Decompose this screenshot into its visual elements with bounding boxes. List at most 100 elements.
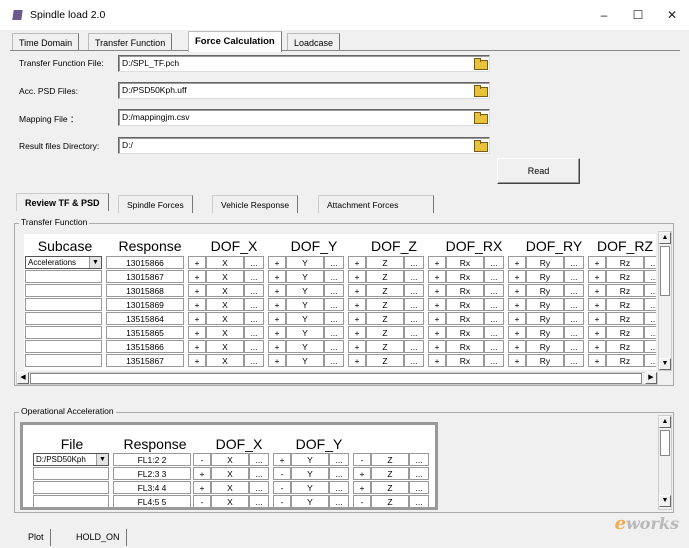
mapping-file-input[interactable]: D:/mappingjm.csv [118, 109, 490, 126]
dof-sign-button[interactable]: + [193, 481, 211, 494]
dof-browse-button[interactable]: ... [404, 312, 424, 325]
tab-hold-on[interactable]: HOLD_ON [70, 529, 127, 546]
dof-browse-button[interactable]: ... [244, 284, 264, 297]
dof-sign-button[interactable]: + [428, 312, 446, 325]
subcase-cell[interactable] [25, 340, 102, 353]
dof-browse-button[interactable]: ... [484, 312, 504, 325]
subcase-cell[interactable] [25, 298, 102, 311]
dof-sign-button[interactable]: + [508, 326, 526, 339]
dof-browse-button[interactable]: ... [564, 256, 584, 269]
dof-sign-button[interactable]: + [348, 340, 366, 353]
file-select[interactable]: D:/PSD50Kph ▼ [33, 453, 109, 466]
oa-vertical-scroll-thumb[interactable] [660, 430, 670, 456]
dof-browse-button[interactable]: ... [404, 270, 424, 283]
dof-sign-button[interactable]: + [588, 354, 606, 367]
dof-sign-button[interactable]: + [588, 256, 606, 269]
dof-sign-button[interactable]: + [348, 354, 366, 367]
dof-browse-button[interactable]: ... [644, 312, 656, 325]
dof-sign-button[interactable]: + [268, 270, 286, 283]
dof-browse-button[interactable]: ... [249, 481, 269, 494]
dof-sign-button[interactable]: + [588, 270, 606, 283]
dof-sign-button[interactable]: + [428, 354, 446, 367]
transfer-function-grid[interactable]: Subcase Response DOF_X DOF_Y DOF_Z DOF_RX DOF_… [24, 234, 656, 370]
dof-sign-button[interactable]: + [348, 298, 366, 311]
tab-force-calculation[interactable]: Force Calculation [188, 31, 282, 52]
dof-sign-button[interactable]: + [348, 270, 366, 283]
maximize-button[interactable]: ☐ [621, 0, 655, 30]
scroll-down-icon[interactable]: ▼ [659, 495, 671, 507]
file-cell[interactable] [33, 495, 109, 507]
dof-sign-button[interactable]: + [428, 256, 446, 269]
dof-browse-button[interactable]: ... [644, 326, 656, 339]
dof-browse-button[interactable]: ... [249, 495, 269, 507]
subcase-cell[interactable] [25, 354, 102, 367]
dof-sign-button[interactable]: + [268, 326, 286, 339]
dof-sign-button[interactable]: - [353, 495, 371, 507]
tab-vehicle-response[interactable]: Vehicle Response [212, 195, 299, 213]
dof-sign-button[interactable]: + [188, 326, 206, 339]
dof-browse-button[interactable]: ... [249, 453, 269, 466]
tab-spindle-forces[interactable]: Spindle Forces [118, 195, 193, 213]
chevron-down-icon[interactable]: ▼ [89, 257, 101, 268]
dof-sign-button[interactable]: + [508, 256, 526, 269]
dof-sign-button[interactable]: + [188, 270, 206, 283]
dof-browse-button[interactable]: ... [564, 326, 584, 339]
subcase-select[interactable]: Accelerations ▼ [25, 256, 102, 269]
dof-browse-button[interactable]: ... [409, 481, 429, 494]
dof-sign-button[interactable]: + [268, 284, 286, 297]
dof-browse-button[interactable]: ... [409, 495, 429, 507]
dof-sign-button[interactable]: + [188, 340, 206, 353]
dof-browse-button[interactable]: ... [564, 312, 584, 325]
dof-browse-button[interactable]: ... [329, 495, 349, 507]
dof-browse-button[interactable]: ... [409, 467, 429, 480]
dof-sign-button[interactable]: + [508, 354, 526, 367]
dof-sign-button[interactable]: + [188, 284, 206, 297]
dof-sign-button[interactable]: + [268, 354, 286, 367]
dof-browse-button[interactable]: ... [484, 326, 504, 339]
dof-sign-button[interactable]: + [508, 312, 526, 325]
tab-plot[interactable]: Plot [22, 529, 51, 546]
dof-sign-button[interactable]: + [188, 256, 206, 269]
dof-sign-button[interactable]: + [588, 298, 606, 311]
dof-browse-button[interactable]: ... [564, 354, 584, 367]
dof-sign-button[interactable]: - [273, 481, 291, 494]
subcase-cell[interactable] [25, 312, 102, 325]
dof-sign-button[interactable]: + [193, 467, 211, 480]
dof-sign-button[interactable]: + [353, 481, 371, 494]
dof-sign-button[interactable]: + [588, 312, 606, 325]
dof-browse-button[interactable]: ... [564, 270, 584, 283]
dof-browse-button[interactable]: ... [324, 298, 344, 311]
file-cell[interactable] [33, 467, 109, 480]
dof-sign-button[interactable]: + [508, 270, 526, 283]
dof-sign-button[interactable]: + [428, 326, 446, 339]
folder-open-icon[interactable] [474, 58, 488, 70]
dof-sign-button[interactable]: + [428, 284, 446, 297]
dof-browse-button[interactable]: ... [564, 298, 584, 311]
dof-browse-button[interactable]: ... [244, 340, 264, 353]
operational-acceleration-grid[interactable]: File Response DOF_X DOF_Y D:/PSD50Kph ▼ FL1:2 … [20, 422, 438, 510]
dof-sign-button[interactable]: + [188, 312, 206, 325]
dof-browse-button[interactable]: ... [329, 467, 349, 480]
folder-open-icon[interactable] [474, 112, 488, 124]
dof-browse-button[interactable]: ... [564, 284, 584, 297]
dof-sign-button[interactable]: + [348, 284, 366, 297]
dof-browse-button[interactable]: ... [484, 340, 504, 353]
dof-browse-button[interactable]: ... [324, 326, 344, 339]
dof-sign-button[interactable]: - [353, 453, 371, 466]
folder-open-icon[interactable] [474, 140, 488, 152]
dof-browse-button[interactable]: ... [324, 256, 344, 269]
dof-sign-button[interactable]: + [588, 340, 606, 353]
dof-browse-button[interactable]: ... [244, 270, 264, 283]
dof-browse-button[interactable]: ... [404, 256, 424, 269]
dof-sign-button[interactable]: - [273, 467, 291, 480]
scroll-up-icon[interactable]: ▲ [659, 416, 671, 428]
dof-browse-button[interactable]: ... [404, 354, 424, 367]
dof-browse-button[interactable]: ... [329, 453, 349, 466]
dof-browse-button[interactable]: ... [324, 284, 344, 297]
dof-sign-button[interactable]: + [273, 453, 291, 466]
result-files-directory-input[interactable]: D:/ [118, 137, 490, 154]
dof-browse-button[interactable]: ... [244, 354, 264, 367]
dof-browse-button[interactable]: ... [484, 256, 504, 269]
transfer-function-file-input[interactable]: D:/SPL_TF.pch [118, 55, 490, 72]
file-cell[interactable] [33, 481, 109, 494]
